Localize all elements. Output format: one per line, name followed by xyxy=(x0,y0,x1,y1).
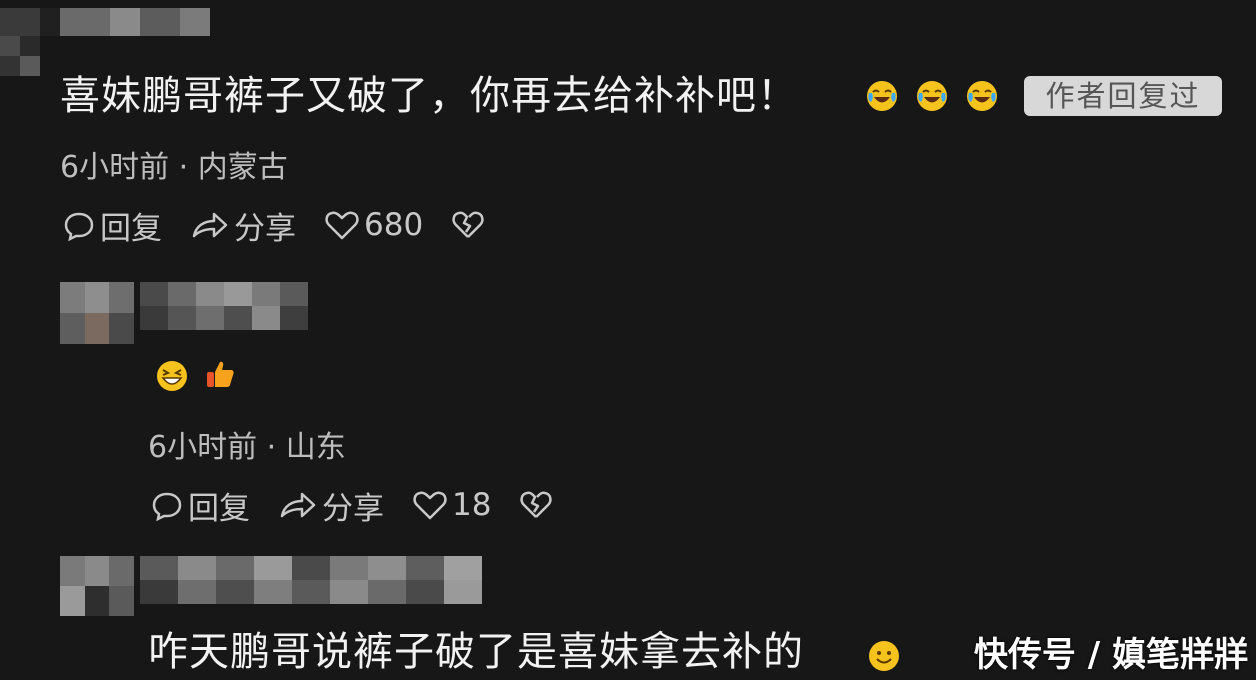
share-label: 分享 xyxy=(322,490,384,527)
crying-laughing-icon xyxy=(967,81,997,111)
share-arrow-icon xyxy=(192,212,228,238)
source-watermark: 快传号 / 嫃笔牂牂 xyxy=(973,635,1248,675)
dislike-button[interactable] xyxy=(451,208,489,242)
avatar-blurred[interactable] xyxy=(60,556,134,616)
comment-feed: 喜妹鹏哥裤子又破了，你再去给补补吧！ 作者回复过 6小时前 · 内蒙古 回复 分… xyxy=(0,0,1256,680)
heart-icon xyxy=(413,491,447,520)
comment-meta: 6小时前 · 山东 xyxy=(148,430,346,465)
username-blurred[interactable] xyxy=(0,8,210,36)
crying-laughing-icon xyxy=(917,81,947,111)
username-blurred[interactable] xyxy=(140,282,308,330)
share-arrow-icon xyxy=(280,492,316,518)
comment-meta: 6小时前 · 内蒙古 xyxy=(60,150,288,185)
comment-bubble-icon xyxy=(152,492,182,522)
broken-heart-icon xyxy=(520,491,553,518)
grinning-squint-icon xyxy=(157,361,187,391)
reply-button[interactable]: 回复 xyxy=(150,483,250,528)
author-replied-badge: 作者回复过 xyxy=(1024,76,1222,116)
like-button[interactable]: 18 xyxy=(412,487,491,523)
comment-actions: 回复 分享 680 xyxy=(62,203,517,248)
like-count: 680 xyxy=(364,207,424,243)
share-button[interactable]: 分享 xyxy=(190,203,296,248)
thumbs-up-icon xyxy=(207,361,234,387)
comment-text: 喜妹鹏哥裤子又破了，你再去给补补吧！ xyxy=(60,73,798,119)
smiling-face-icon xyxy=(869,641,899,671)
comment-actions: 回复 分享 18 xyxy=(150,483,585,528)
reply-button[interactable]: 回复 xyxy=(62,203,162,248)
reply-label: 回复 xyxy=(100,210,162,247)
share-button[interactable]: 分享 xyxy=(278,483,384,528)
reply-label: 回复 xyxy=(188,490,250,527)
crying-laughing-icon xyxy=(867,81,897,111)
comment-bubble-icon xyxy=(64,212,94,242)
like-button[interactable]: 680 xyxy=(324,207,423,243)
like-count: 18 xyxy=(452,487,492,523)
heart-icon xyxy=(325,211,359,240)
share-label: 分享 xyxy=(234,210,296,247)
avatar-blurred[interactable] xyxy=(60,282,134,344)
dislike-button[interactable] xyxy=(519,488,557,522)
avatar-blurred[interactable] xyxy=(0,36,40,76)
username-blurred[interactable] xyxy=(140,556,486,604)
comment-text: 咋天鹏哥说裤子破了是喜妹拿去补的 xyxy=(148,629,804,675)
broken-heart-icon xyxy=(452,211,484,238)
